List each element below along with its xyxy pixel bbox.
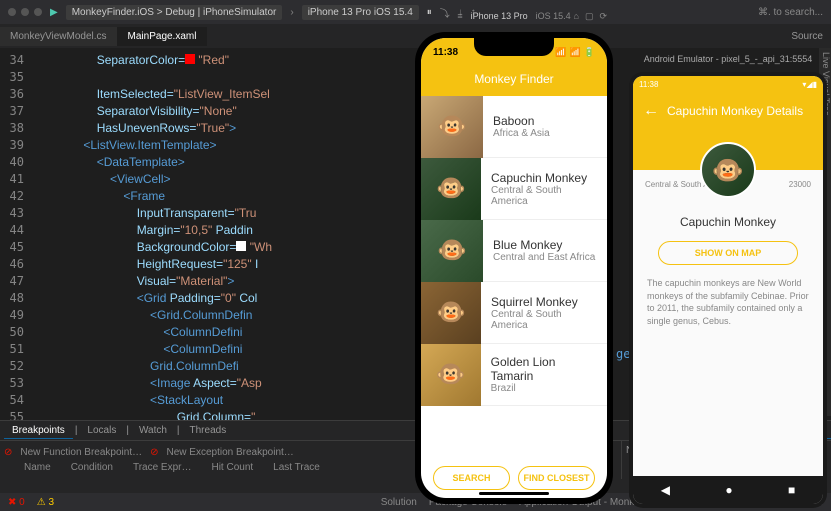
panel-tab-watch[interactable]: Watch [131, 423, 175, 438]
item-location: Central and East Africa [493, 252, 595, 263]
line-gutter: 34 35 36 37 38 39 40 41 42 43 44 45 46 4… [0, 48, 30, 416]
signal-icon: 📶 [555, 47, 566, 58]
home-indicator[interactable] [479, 492, 549, 495]
wifi-icon: 📶 [570, 47, 581, 58]
find-closest-button[interactable]: FIND CLOSEST [518, 466, 595, 490]
back-icon[interactable]: ← [643, 102, 659, 119]
col-condition: Condition [71, 462, 113, 473]
item-name: Capuchin Monkey [491, 171, 597, 185]
list-item[interactable]: 🐵 Blue MonkeyCentral and East Africa [421, 220, 607, 282]
panel-tab-threads[interactable]: Threads [182, 423, 235, 438]
sim-home-icon[interactable]: ⌂ [574, 11, 579, 22]
monkey-population: 23000 [789, 180, 811, 189]
list-item[interactable]: 🐵 BaboonAfrica & Asia [421, 96, 607, 158]
panel-tab-breakpoints[interactable]: Breakpoints [4, 423, 73, 439]
error-count[interactable]: ✖ 0 [8, 497, 25, 508]
nav-home-icon[interactable]: ● [725, 483, 732, 497]
iphone-app-title: Monkey Finder [421, 66, 607, 96]
monkey-image: 🐵 [421, 282, 481, 344]
item-name: Blue Monkey [493, 238, 595, 252]
monkey-image: 🐵 [421, 220, 483, 282]
sim-screenshot-icon[interactable]: ▢ [585, 11, 594, 22]
run-config-dropdown[interactable]: MonkeyFinder.iOS > Debug | iPhoneSimulat… [66, 5, 283, 20]
breakpoint-icon: ⊘ [4, 447, 12, 458]
emulator-title: Android Emulator - pixel_5_-_api_31:5554 [629, 54, 827, 64]
col-name: Name [24, 462, 51, 473]
monkey-description: The capuchin monkeys are New World monke… [633, 277, 823, 327]
android-app-header: ← Capuchin Monkey Details 🐵 [633, 92, 823, 170]
iphone-time: 11:38 [433, 47, 458, 58]
col-trace: Trace Expr… [133, 462, 192, 473]
battery-icon: 🔋 [584, 47, 595, 58]
item-location: Central & South America [491, 309, 597, 331]
window-controls[interactable] [8, 8, 42, 16]
source-toggle[interactable]: Source [783, 27, 831, 46]
list-item[interactable]: 🐵 Squirrel MonkeyCentral & South America [421, 282, 607, 344]
new-ex-breakpoint[interactable]: New Exception Breakpoint… [167, 447, 294, 458]
monkey-list[interactable]: 🐵BaboonAfrica & Asia🐵Capuchin MonkeyCent… [421, 96, 607, 406]
nav-back-icon[interactable]: ◀ [661, 483, 670, 497]
android-emulator: Android Emulator - pixel_5_-_api_31:5554… [629, 72, 827, 508]
code-content[interactable]: SeparatorColor= "Red" ItemSelected="List… [30, 48, 272, 416]
android-status-bar: 11:38 ▾◢▮ [633, 76, 823, 92]
item-location: Brazil [491, 383, 597, 394]
show-on-map-button[interactable]: SHOW ON MAP [658, 241, 798, 265]
item-name: Squirrel Monkey [491, 295, 597, 309]
item-location: Central & South America [491, 185, 597, 207]
tab-viewmodel[interactable]: MonkeyViewModel.cs [0, 27, 118, 46]
item-name: Golden Lion Tamarin [491, 355, 597, 383]
item-name: Baboon [493, 114, 550, 128]
iphone-simulator: 11:38 📶📶🔋 Monkey Finder 🐵BaboonAfrica & … [415, 32, 613, 504]
iphone-notch [474, 38, 554, 56]
status-solution[interactable]: Solution [381, 497, 417, 508]
search-field[interactable]: ⌘. to search... [758, 7, 823, 18]
warning-count[interactable]: ⚠ 3 [37, 497, 54, 508]
search-button[interactable]: SEARCH [433, 466, 510, 490]
sim-menu-icon[interactable]: ≡ [457, 11, 462, 21]
target-dropdown[interactable]: iPhone 13 Pro iOS 15.4 [302, 5, 419, 20]
sim-rotate-icon[interactable]: ⟳ [599, 11, 607, 22]
simulator-title: ≡ iPhone 13 Pro iOS 15.4 ⌂ ▢ ⟳ [415, 2, 613, 30]
col-hit: Hit Count [211, 462, 253, 473]
monkey-name: Capuchin Monkey [633, 215, 823, 229]
list-item[interactable]: 🐵 Golden Lion TamarinBrazil [421, 344, 607, 406]
nav-recent-icon[interactable]: ■ [788, 483, 795, 497]
play-icon[interactable]: ▶ [50, 7, 58, 18]
panel-tab-locals[interactable]: Locals [79, 423, 124, 438]
android-page-title: Capuchin Monkey Details [667, 104, 803, 118]
new-fn-breakpoint[interactable]: New Function Breakpoint… [20, 447, 142, 458]
col-last: Last Trace [273, 462, 320, 473]
monkey-image: 🐵 [421, 96, 483, 158]
breakpoint-icon: ⊘ [150, 447, 158, 458]
monkey-image: 🐵 [421, 344, 481, 406]
monkey-avatar: 🐵 [700, 142, 756, 198]
monkey-image: 🐵 [421, 158, 481, 220]
list-item[interactable]: 🐵 Capuchin MonkeyCentral & South America [421, 158, 607, 220]
tab-mainpage[interactable]: MainPage.xaml [118, 27, 208, 46]
android-nav-bar: ◀ ● ■ [633, 476, 823, 504]
item-location: Africa & Asia [493, 128, 550, 139]
